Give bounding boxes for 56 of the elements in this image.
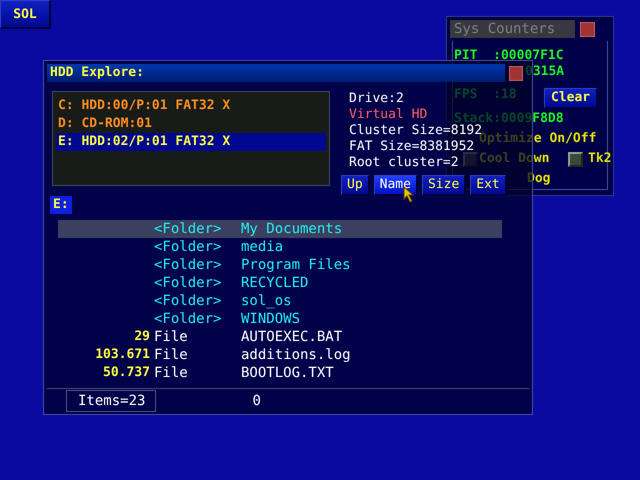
file-type: <Folder> xyxy=(154,274,222,292)
file-name: sol_os xyxy=(241,292,293,310)
clear-button[interactable]: Clear xyxy=(544,88,598,108)
file-size: 50.737 xyxy=(102,364,151,382)
file-row[interactable]: <Folder> RECYCLED xyxy=(58,274,502,292)
status-value: 0 xyxy=(252,393,261,409)
file-row[interactable]: 50.737 File BOOTLOG.TXT xyxy=(58,364,502,382)
counter-text: FPS :18 xyxy=(454,88,517,102)
path-label: E: xyxy=(50,196,72,214)
sort-button[interactable]: Ext xyxy=(470,175,506,195)
checkbox[interactable] xyxy=(568,152,583,167)
file-name: RECYCLED xyxy=(241,274,310,292)
checkbox-label: Tk2 xyxy=(588,152,612,166)
file-name: BOOTLOG.TXT xyxy=(241,364,335,382)
file-name: AUTOEXEC.BAT xyxy=(241,328,344,346)
drive-item[interactable]: C: HDD:00/P:01 FAT32 X xyxy=(56,97,326,115)
file-type: <Folder> xyxy=(154,256,222,274)
counter-text: PIT :00007F1C xyxy=(454,49,564,63)
file-type: <Folder> xyxy=(154,310,222,328)
drive-item[interactable]: D: CD-ROM:01 xyxy=(56,115,326,133)
close-button[interactable] xyxy=(580,22,595,36)
file-type: File xyxy=(154,346,189,364)
info-text: FAT Size=8381952 xyxy=(349,139,474,155)
file-row[interactable]: <Folder> My Documents xyxy=(58,220,502,238)
file-row[interactable]: <Folder> media xyxy=(58,238,502,256)
item-count: Items=23 xyxy=(66,390,156,412)
file-row[interactable]: <Folder> WINDOWS xyxy=(58,310,502,328)
sort-button[interactable]: Up xyxy=(341,175,369,195)
info-text: Drive:2 xyxy=(349,91,404,107)
file-row[interactable]: <Folder> sol_os xyxy=(58,292,502,310)
drive-item[interactable]: E: HDD:02/P:01 FAT32 X xyxy=(56,133,326,151)
counter-text: 0315A xyxy=(525,65,564,79)
file-size: 29 xyxy=(133,328,151,346)
file-type: <Folder> xyxy=(154,220,222,238)
drive-list[interactable]: C: HDD:00/P:01 FAT32 X D: CD-ROM:01 E: HDD:02/P:01 FAT32 X xyxy=(52,91,330,186)
file-name: WINDOWS xyxy=(241,310,302,328)
window-title: HDD Explore: xyxy=(47,64,505,82)
file-row[interactable]: 29 File AUTOEXEC.BAT xyxy=(58,328,502,346)
file-name: My Documents xyxy=(241,220,344,238)
sol-button[interactable]: SOL xyxy=(0,0,50,28)
file-type: <Folder> xyxy=(154,238,222,256)
info-text: Virtual HD xyxy=(349,107,428,123)
sort-button[interactable]: Size xyxy=(422,175,466,195)
sort-button[interactable]: Name xyxy=(374,175,417,195)
file-size: 103.671 xyxy=(94,346,151,364)
file-row[interactable]: <Folder> Program Files xyxy=(58,256,502,274)
close-button[interactable] xyxy=(509,66,523,80)
file-name: Program Files xyxy=(241,256,352,274)
file-type: File xyxy=(154,364,189,382)
info-text: Root cluster=2 xyxy=(349,155,459,171)
window-title: Sys Counters xyxy=(450,20,575,38)
file-type: File xyxy=(154,328,189,346)
file-row[interactable]: 103.671 File additions.log xyxy=(58,346,502,364)
file-name: media xyxy=(241,238,284,256)
file-name: additions.log xyxy=(241,346,352,364)
file-type: <Folder> xyxy=(154,292,222,310)
